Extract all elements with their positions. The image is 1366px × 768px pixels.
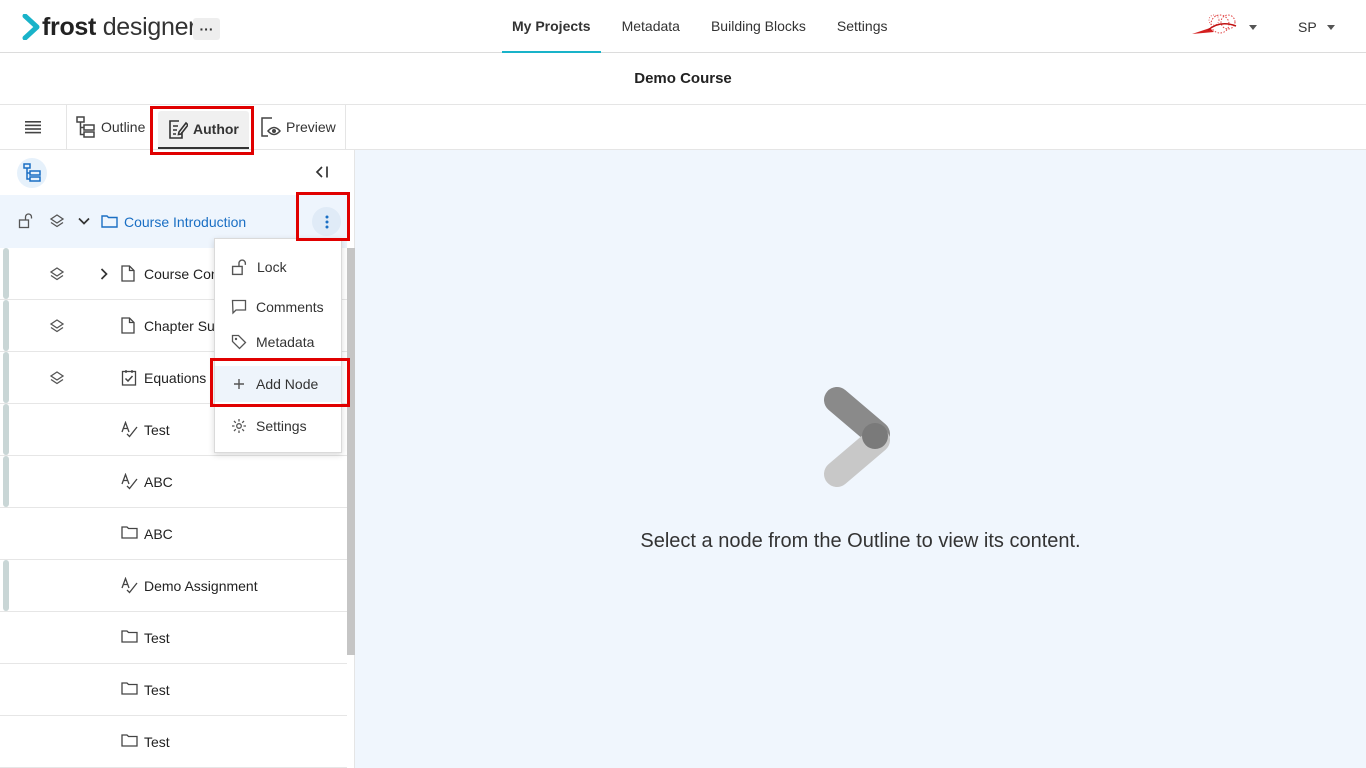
more-options-button[interactable]: ··· bbox=[193, 18, 220, 40]
tab-outline[interactable]: Outline bbox=[76, 105, 145, 149]
frost-chevron-logo-icon bbox=[824, 387, 890, 487]
logo-text-bold: frost bbox=[42, 12, 97, 41]
node-status-bar bbox=[3, 404, 9, 455]
tab-outline-label: Outline bbox=[101, 119, 146, 135]
plus-icon bbox=[234, 379, 244, 389]
preview-eye-icon bbox=[261, 117, 281, 137]
tree-node-label: Equations bbox=[144, 370, 207, 386]
tree-view-button[interactable] bbox=[17, 158, 47, 188]
tree-node-row[interactable]: Test bbox=[0, 716, 347, 768]
nav-my-projects[interactable]: My Projects bbox=[502, 0, 601, 53]
frost-designer-logo[interactable]: frost designer bbox=[22, 12, 197, 42]
tree-node-label: Test bbox=[144, 682, 170, 698]
page-icon bbox=[121, 317, 135, 334]
tree-node-label: Test bbox=[144, 734, 170, 750]
menu-item-comments[interactable]: Comments bbox=[215, 289, 341, 325]
menu-item-label: Settings bbox=[256, 418, 307, 434]
tree-node-row[interactable]: ABC bbox=[0, 508, 347, 560]
tree-node-label: Test bbox=[144, 630, 170, 646]
tree-node-row[interactable]: Demo Assignment bbox=[0, 560, 347, 612]
layers-icon[interactable] bbox=[49, 318, 65, 334]
node-status-bar bbox=[3, 248, 9, 299]
mode-toolbar: Outline Author Preview bbox=[0, 105, 1366, 150]
tree-node-label: Test bbox=[144, 422, 170, 438]
node-options-button[interactable] bbox=[312, 207, 341, 236]
menu-item-label: Metadata bbox=[256, 334, 315, 350]
hamburger-icon bbox=[25, 121, 41, 134]
tab-author[interactable]: Author bbox=[158, 111, 249, 149]
user-menu[interactable]: SP bbox=[1298, 19, 1335, 35]
node-status-bar bbox=[3, 300, 9, 351]
node-status-bar bbox=[3, 456, 9, 507]
menu-item-label: Comments bbox=[256, 299, 324, 315]
lock-icon bbox=[231, 258, 247, 275]
course-title-bar: Demo Course bbox=[0, 53, 1366, 105]
folder-icon bbox=[101, 214, 118, 228]
layers-icon[interactable] bbox=[49, 213, 65, 229]
tab-preview-label: Preview bbox=[286, 119, 336, 135]
folder-icon bbox=[121, 733, 138, 747]
tab-preview[interactable]: Preview bbox=[259, 105, 336, 149]
user-initials: SP bbox=[1298, 19, 1317, 35]
menu-item-label: Lock bbox=[257, 259, 287, 275]
kebab-menu-icon bbox=[325, 215, 328, 228]
content-area: Select a node from the Outline to view i… bbox=[355, 150, 1366, 768]
unlock-icon[interactable] bbox=[18, 213, 34, 229]
tree-node-label: Chapter Su bbox=[144, 318, 214, 334]
folder-icon bbox=[121, 629, 138, 643]
node-status-bar bbox=[3, 560, 9, 611]
nav-settings[interactable]: Settings bbox=[827, 0, 898, 53]
sidebar-header bbox=[0, 150, 354, 195]
outline-tree-icon bbox=[76, 116, 95, 138]
tree-node-label: ABC bbox=[144, 474, 173, 490]
node-status-bar bbox=[3, 352, 9, 403]
tree-node-label: Course Introduction bbox=[124, 214, 247, 230]
layers-icon[interactable] bbox=[49, 370, 65, 386]
tree-node-row[interactable]: Test bbox=[0, 664, 347, 716]
page-icon bbox=[121, 265, 135, 282]
top-navbar: frost designer ··· My Projects Metadata … bbox=[0, 0, 1366, 53]
menu-item-lock[interactable]: Lock bbox=[215, 249, 341, 285]
organization-logo-icon[interactable] bbox=[1190, 12, 1244, 38]
checklist-icon bbox=[121, 369, 137, 386]
menu-item-metadata[interactable]: Metadata bbox=[215, 324, 341, 360]
nav-metadata[interactable]: Metadata bbox=[612, 0, 690, 53]
nav-building-blocks[interactable]: Building Blocks bbox=[701, 0, 816, 53]
tree-node-label: Demo Assignment bbox=[144, 578, 258, 594]
tree-node-row[interactable]: ABC bbox=[0, 456, 347, 508]
menu-item-label: Add Node bbox=[256, 376, 319, 392]
node-context-menu: Lock Comments Metadata Add Node Settings bbox=[214, 238, 342, 453]
layers-icon[interactable] bbox=[49, 266, 65, 282]
main-nav: My Projects Metadata Building Blocks Set… bbox=[502, 0, 909, 53]
course-title: Demo Course bbox=[634, 70, 732, 87]
comment-icon bbox=[231, 299, 247, 315]
logo-text-light: designer bbox=[96, 12, 197, 41]
tree-structure-icon bbox=[23, 163, 41, 182]
org-chevron-down-icon[interactable] bbox=[1249, 25, 1257, 30]
assignment-icon bbox=[121, 421, 139, 438]
tree-node-label: Course Con bbox=[144, 266, 214, 282]
toolbar-divider bbox=[345, 105, 346, 149]
folder-icon bbox=[121, 525, 138, 539]
tree-node-row[interactable]: Test bbox=[0, 612, 347, 664]
menu-item-add-node[interactable]: Add Node bbox=[215, 366, 341, 402]
tree-node-label: ABC bbox=[144, 526, 173, 542]
gear-icon bbox=[232, 419, 246, 433]
empty-state-message: Select a node from the Outline to view i… bbox=[640, 530, 1081, 552]
chevron-down-icon[interactable] bbox=[77, 214, 91, 228]
menu-item-settings[interactable]: Settings bbox=[215, 408, 341, 444]
sidebar-scrollbar[interactable] bbox=[347, 248, 355, 655]
tab-author-label: Author bbox=[193, 121, 239, 137]
logo-chevron-icon bbox=[22, 14, 40, 40]
assignment-icon bbox=[121, 577, 139, 594]
menu-toggle-button[interactable] bbox=[0, 105, 67, 149]
collapse-sidebar-icon[interactable] bbox=[315, 165, 329, 179]
tag-icon bbox=[231, 334, 247, 350]
author-edit-icon bbox=[169, 120, 188, 139]
folder-icon bbox=[121, 681, 138, 695]
chevron-right-icon[interactable] bbox=[97, 267, 111, 281]
assignment-icon bbox=[121, 473, 139, 490]
user-chevron-down-icon bbox=[1326, 24, 1335, 30]
